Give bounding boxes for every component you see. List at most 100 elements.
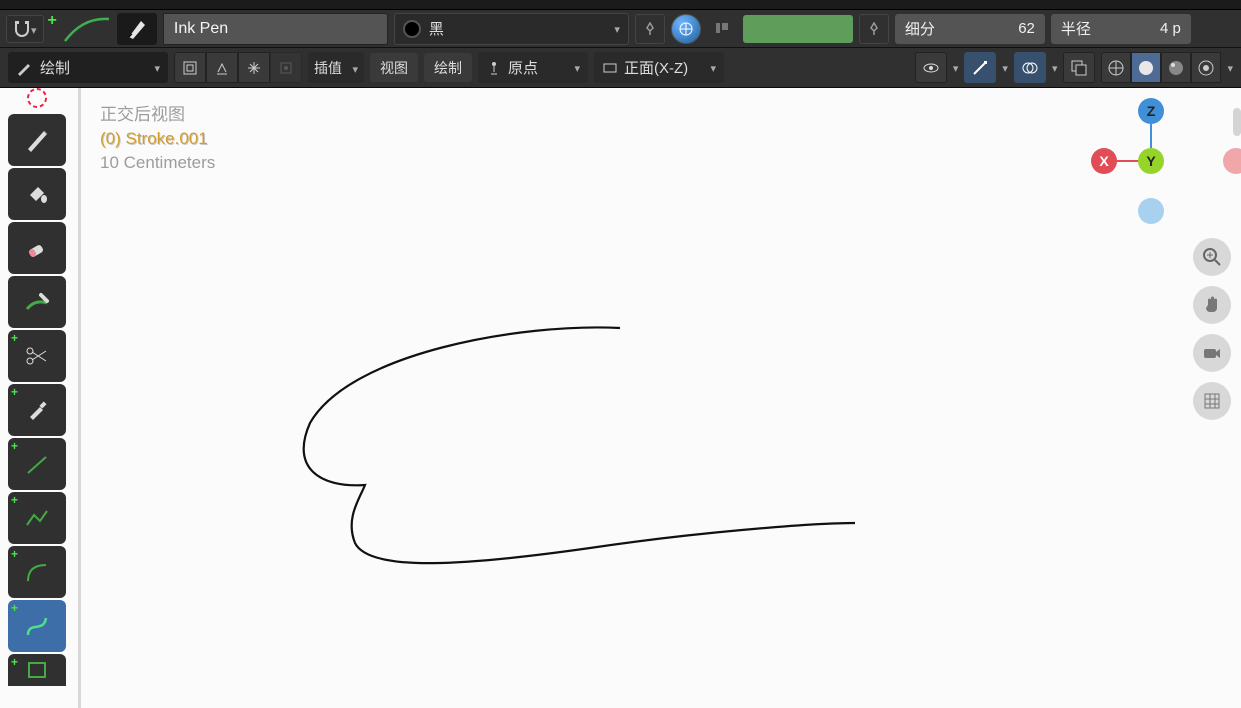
stroke-color-dropdown[interactable]: 黑 (394, 13, 629, 45)
brush-thumbnail[interactable] (117, 13, 157, 45)
tool-tint[interactable] (8, 276, 66, 328)
gizmo-axis-z[interactable]: Z (1138, 98, 1164, 124)
stroke-preview (63, 14, 111, 44)
link-button[interactable] (707, 14, 737, 44)
xray-toggle[interactable] (1063, 52, 1095, 83)
tool-erase[interactable] (8, 222, 66, 274)
chevron-down-icon (352, 60, 358, 76)
subdivision-label: 细分 (905, 18, 1018, 39)
interpolate-label: 插值 (314, 58, 342, 78)
radius-label: 半径 (1061, 18, 1160, 39)
viewport-3d[interactable]: + + + + + + + 正交后视图 (0) Stroke.001 10 Ce… (0, 88, 1241, 708)
tool-curve[interactable]: + (8, 600, 66, 652)
tool-box[interactable]: + (8, 654, 66, 686)
gizmo-axis-neg-x[interactable] (1223, 148, 1241, 174)
pin-button-2[interactable] (859, 14, 889, 44)
gizmo-line (1115, 160, 1139, 162)
flag-icon (713, 20, 731, 38)
toolbar-divider (78, 88, 81, 708)
option-1[interactable] (174, 52, 206, 83)
eye-icon (922, 59, 940, 77)
radius-value: 4 p (1160, 20, 1181, 37)
use-world-icon-button[interactable] (671, 14, 701, 44)
toolbar: + + + + + + + (8, 88, 66, 686)
nav-gizmo[interactable]: Z Y X (1091, 98, 1211, 218)
chevron-down-icon[interactable] (1002, 59, 1008, 77)
stroke-origin-dropdown[interactable]: 原点 (478, 52, 588, 83)
globe-icon (678, 21, 694, 37)
tool-polyline[interactable]: + (8, 492, 66, 544)
option-3[interactable] (238, 52, 270, 83)
scrollbar[interactable] (1233, 108, 1241, 136)
chevron-down-icon (710, 59, 716, 76)
draw-menu[interactable]: 绘制 (424, 53, 472, 82)
tool-cursor[interactable] (8, 88, 66, 112)
zoom-button[interactable] (1193, 238, 1231, 276)
plane-label: 正面(X-Z) (624, 57, 688, 78)
chevron-down-icon (574, 59, 580, 76)
snap-dropdown[interactable] (6, 15, 44, 43)
gizmo-axis-x[interactable]: X (1091, 148, 1117, 174)
subdivision-value: 62 (1018, 20, 1035, 37)
pin-icon (867, 22, 881, 36)
radius-field[interactable]: 半径 4 p (1051, 14, 1191, 44)
cursor-icon (21, 88, 53, 112)
tool-arc[interactable]: + (8, 546, 66, 598)
gizmo-axis-neg-z[interactable] (1138, 198, 1164, 224)
shading-wireframe[interactable] (1101, 52, 1131, 83)
plus-badge-icon: + (48, 12, 57, 30)
chevron-down-icon (31, 21, 37, 37)
grid-scale-label: 10 Centimeters (100, 153, 215, 173)
tool-fill[interactable] (8, 168, 66, 220)
pin-icon (643, 22, 657, 36)
tool-cutter[interactable]: + (8, 330, 66, 382)
shading-rendered[interactable] (1191, 52, 1221, 83)
pan-button[interactable] (1193, 286, 1231, 324)
chevron-down-icon[interactable] (1227, 59, 1233, 77)
magnet-icon (13, 20, 31, 38)
overlay-icon (1021, 59, 1039, 77)
projection-label: 正交后视图 (100, 100, 215, 125)
curve-icon (24, 613, 50, 639)
overlay-toggle[interactable] (1014, 52, 1046, 83)
plane-icon (602, 60, 618, 76)
chevron-down-icon[interactable] (1052, 59, 1058, 77)
polyline-icon (24, 505, 50, 531)
tool-eyedropper[interactable]: + (8, 384, 66, 436)
pencil-icon (16, 60, 32, 76)
brush-name-input[interactable]: Ink Pen (163, 13, 388, 45)
chevron-down-icon[interactable] (953, 59, 959, 77)
option-4[interactable] (270, 52, 302, 83)
interpolate-dropdown[interactable]: 插值 (308, 52, 364, 83)
camera-button[interactable] (1193, 334, 1231, 372)
chevron-down-icon (154, 59, 160, 76)
drawing-plane-dropdown[interactable]: 正面(X-Z) (594, 52, 724, 83)
mode-label: 绘制 (40, 57, 70, 78)
strength-slider[interactable] (743, 15, 853, 43)
shading-material[interactable] (1161, 52, 1191, 83)
gizmo-axis-y[interactable]: Y (1138, 148, 1164, 174)
pin-button[interactable] (635, 14, 665, 44)
tool-line[interactable]: + (8, 438, 66, 490)
color-label: 黑 (429, 18, 444, 39)
camera-icon (1202, 343, 1222, 363)
scissors-icon (24, 343, 50, 369)
gizmo-icon (971, 59, 989, 77)
shading-solid[interactable] (1131, 52, 1161, 83)
mode-dropdown[interactable]: 绘制 (8, 52, 168, 83)
chevron-down-icon (614, 20, 620, 37)
eyedropper-icon (24, 397, 50, 423)
tool-draw[interactable] (8, 114, 66, 166)
perspective-button[interactable] (1193, 382, 1231, 420)
view-menu[interactable]: 视图 (370, 53, 418, 82)
gizmo-toggle[interactable] (964, 52, 996, 83)
brush-icon (23, 289, 51, 315)
subdivision-field[interactable]: 细分 62 (895, 14, 1045, 44)
viewport-side-buttons (1193, 238, 1231, 420)
viewport-header: 绘制 插值 视图 绘制 原点 正面(X-Z) (0, 48, 1241, 88)
active-layer-label: (0) Stroke.001 (100, 129, 215, 149)
menubar-strip (0, 0, 1241, 10)
option-2[interactable] (206, 52, 238, 83)
grid-icon (1202, 391, 1222, 411)
visibility-button[interactable] (915, 52, 947, 83)
